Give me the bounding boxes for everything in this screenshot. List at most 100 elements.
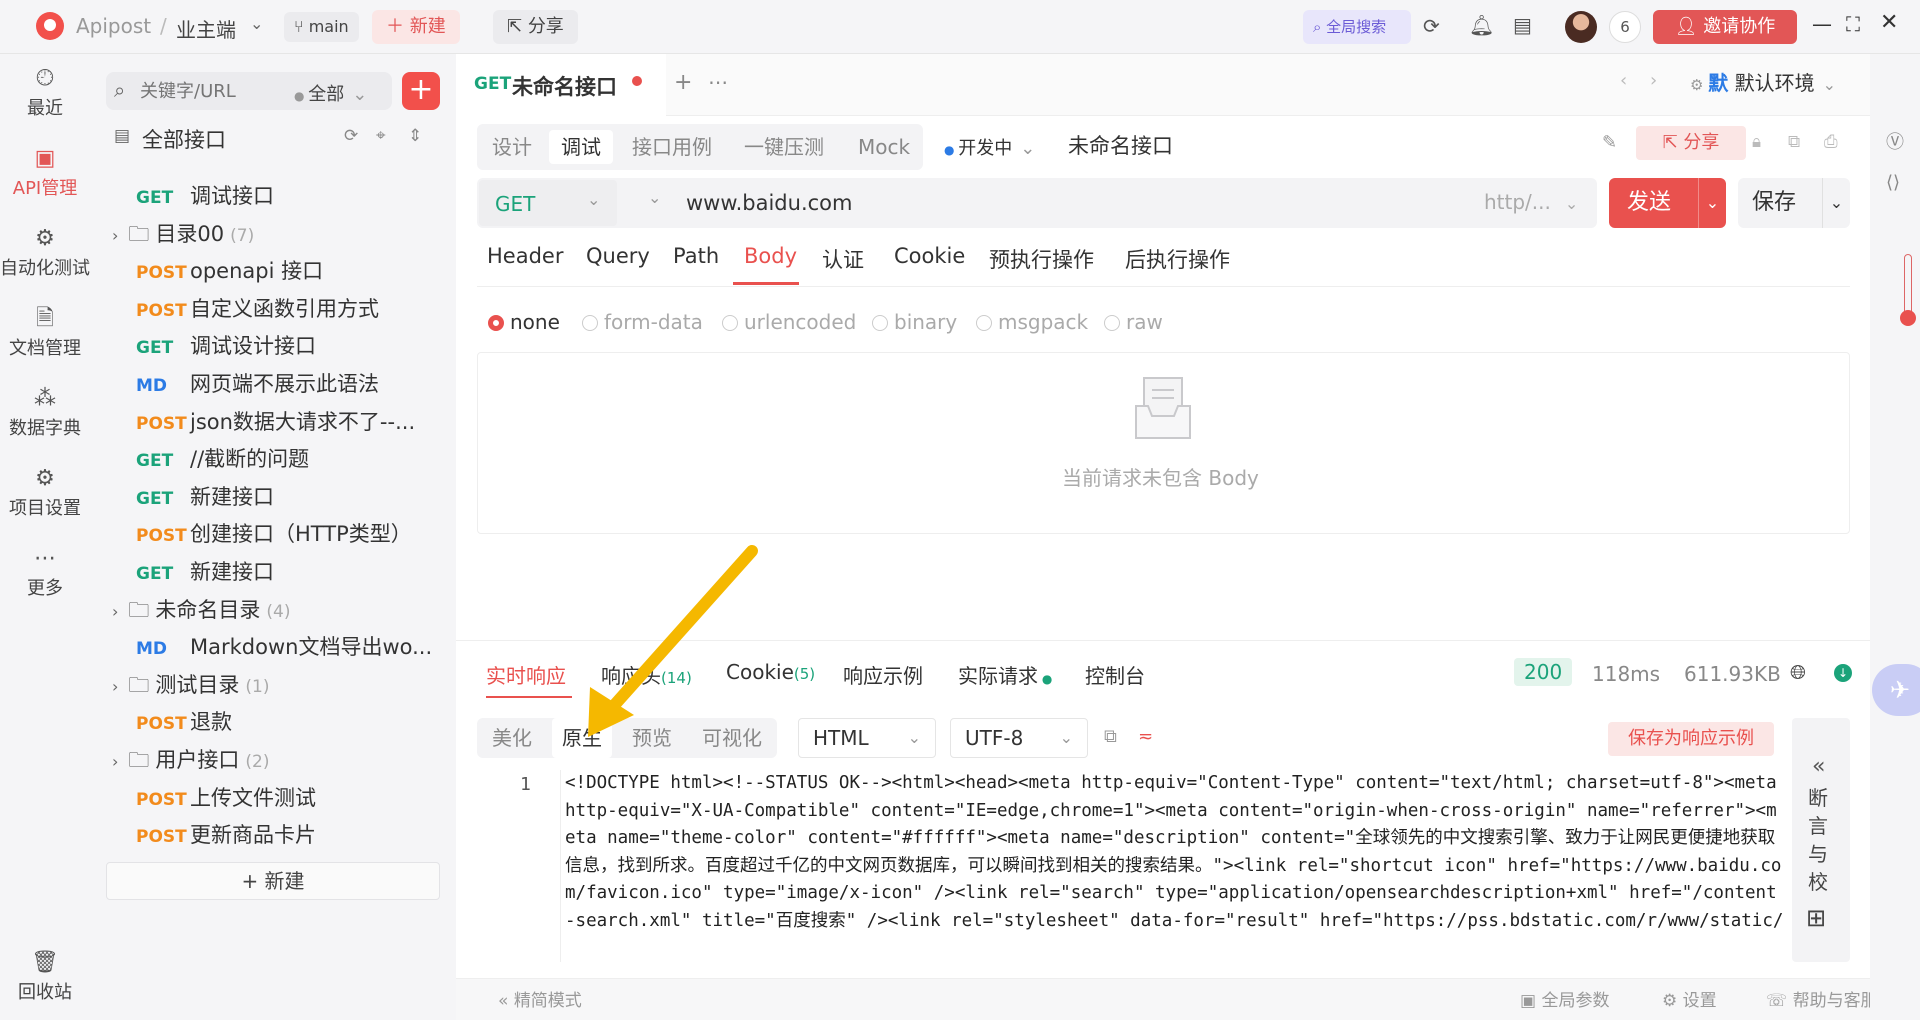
tree-api-item[interactable]: GET 新建接口	[136, 479, 274, 515]
tree-folder[interactable]: › 🗀︎ 测试目录 (1)	[112, 667, 270, 703]
tree-api-item[interactable]: POST 上传文件测试	[136, 780, 316, 816]
compact-mode-button[interactable]: « 精简模式	[498, 986, 582, 1011]
subtab-design[interactable]: 设计	[480, 130, 544, 164]
req-tab-header[interactable]: Header	[487, 244, 563, 268]
save-example-button[interactable]: 保存为响应示例	[1608, 722, 1774, 756]
layout-icon[interactable]: ⊞	[1806, 906, 1826, 930]
double-chevron-left-icon[interactable]: «	[1812, 756, 1825, 778]
tree-api-item[interactable]: GET 新建接口	[136, 554, 274, 590]
tree-folder[interactable]: › 🗀︎ 用户接口 (2)	[112, 742, 270, 778]
tree-api-item[interactable]: POST 更新商品卡片	[136, 817, 316, 853]
chevron-left-icon[interactable]: ‹	[1620, 72, 1627, 90]
body-type-raw[interactable]: raw	[1104, 310, 1163, 334]
refresh-icon[interactable]: ⟳	[344, 128, 358, 145]
tree-new-button[interactable]: + 新建	[106, 862, 440, 900]
add-tab-icon[interactable]: +	[674, 72, 692, 94]
rail-more[interactable]: ⋯ 更多	[0, 548, 90, 600]
bell-icon[interactable]: 🔔︎	[1469, 15, 1494, 35]
tree-filter-select[interactable]: ● 全部 ⌄	[294, 80, 367, 106]
global-params-button[interactable]: ▣ 全局参数	[1520, 986, 1609, 1011]
assistant-float-button[interactable]: ✈	[1872, 664, 1920, 716]
tree-api-item[interactable]: MD 网页端不展示此语法	[136, 366, 379, 402]
copy-icon[interactable]: ⧉	[1788, 134, 1800, 151]
body-type-none[interactable]: none	[488, 310, 560, 334]
charset-select[interactable]: UTF-8 ⌄	[950, 718, 1088, 758]
chevron-down-icon[interactable]: ⌄	[250, 16, 263, 32]
copy-icon[interactable]: ⧉	[1104, 728, 1117, 746]
req-tab-body[interactable]: Body	[744, 244, 797, 268]
send-dropdown[interactable]: ⌄	[1698, 178, 1726, 228]
subtab-load-test[interactable]: 一键压测	[732, 130, 836, 164]
chevron-right-icon[interactable]: ›	[1650, 72, 1657, 90]
req-tab-query[interactable]: Query	[586, 244, 650, 268]
body-type-binary[interactable]: binary	[872, 310, 957, 334]
rail-project-settings[interactable]: ⚙︎ 项目设置	[0, 468, 90, 520]
globe-icon[interactable]: 🌐︎	[1790, 662, 1806, 682]
collapse-icon[interactable]: ⇕	[408, 128, 422, 145]
api-name-field[interactable]: 未命名接口	[1068, 130, 1173, 160]
scroll-knob[interactable]	[1900, 310, 1916, 326]
member-count-badge[interactable]: 6	[1609, 11, 1641, 43]
format-pretty[interactable]: 美化	[482, 718, 542, 758]
rail-api-management[interactable]: ▣ API管理	[0, 148, 90, 200]
help-button[interactable]: ☏ 帮助与客服	[1766, 986, 1878, 1011]
code-icon[interactable]: ⟨⟩	[1886, 174, 1900, 192]
sync-icon[interactable]: ⟳	[1423, 16, 1440, 36]
maximize-icon[interactable]: ⛶	[1846, 14, 1860, 34]
share-button[interactable]: ⇱ 分享	[1636, 126, 1746, 160]
protocol-select[interactable]: http/... ⌄	[1484, 190, 1578, 214]
minimize-icon[interactable]: —	[1812, 14, 1832, 34]
close-icon[interactable]: ✕	[1880, 12, 1898, 34]
req-tab-path[interactable]: Path	[673, 244, 719, 268]
rail-docs[interactable]: 🗎︎ 文档管理	[0, 308, 90, 360]
tree-folder[interactable]: › 🗀︎ 目录00 (7)	[112, 216, 254, 252]
wrap-icon[interactable]: ≂	[1138, 728, 1153, 746]
tree-api-item[interactable]: POST 退款	[136, 704, 232, 740]
download-icon[interactable]: ↓	[1834, 664, 1852, 682]
subtab-debug[interactable]: 调试	[549, 130, 613, 164]
tree-api-item[interactable]: MD Markdown文档导出wo...	[136, 629, 432, 665]
invite-button[interactable]: 👤︎ 邀请协作	[1653, 10, 1797, 44]
edit-icon[interactable]: ✎	[1602, 134, 1617, 152]
response-code[interactable]: <!DOCTYPE html><!--STATUS OK--><html><he…	[560, 770, 1785, 962]
save-dropdown[interactable]: ⌄	[1822, 178, 1850, 228]
tree-api-item[interactable]: GET 调试设计接口	[136, 328, 316, 364]
status-select[interactable]: ● 开发中 ⌄	[944, 134, 1035, 160]
tree-api-item[interactable]: GET //截断的问题	[136, 441, 309, 477]
notes-icon[interactable]: ▤	[1513, 15, 1532, 35]
tab-more-icon[interactable]: ⋯	[708, 72, 728, 92]
new-button[interactable]: ＋ 新建	[372, 10, 460, 44]
rail-automation[interactable]: ⚙︎ 自动化测试	[0, 228, 90, 280]
req-tab-cookie[interactable]: Cookie	[894, 244, 965, 268]
resp-tab-actual-request[interactable]: 实际请求 ●	[958, 660, 1052, 689]
lang-select[interactable]: HTML ⌄	[798, 718, 936, 758]
locate-icon[interactable]: ⌖	[376, 128, 386, 145]
resp-tab-live[interactable]: 实时响应	[486, 660, 566, 689]
tree-api-item[interactable]: POST 创建接口（HTTP类型）	[136, 516, 412, 552]
project-name[interactable]: 业主端	[176, 14, 236, 43]
tree-api-item[interactable]: POST openapi 接口	[136, 253, 323, 289]
avatar[interactable]	[1565, 11, 1597, 43]
req-tab-auth[interactable]: 认证	[822, 244, 864, 274]
tree-root[interactable]: 全部接口	[142, 124, 226, 154]
resp-tab-console[interactable]: 控制台	[1085, 660, 1145, 689]
method-select[interactable]: GET ⌄	[479, 180, 617, 226]
subtab-cases[interactable]: 接口用例	[620, 130, 724, 164]
global-search-button[interactable]: ⌕ 全局搜索	[1303, 10, 1411, 44]
share-top-button[interactable]: ⇱ 分享	[493, 10, 578, 44]
env-selector[interactable]: ⚙︎ 默 默认环境 ⌄	[1690, 64, 1860, 102]
url-input[interactable]	[686, 186, 1446, 220]
rail-recent[interactable]: 🕘︎ 最近	[0, 68, 90, 120]
branch-selector[interactable]: ⑂ main	[284, 12, 359, 42]
body-type-urlencoded[interactable]: urlencoded	[722, 310, 856, 334]
subtab-mock[interactable]: Mock	[846, 130, 922, 164]
lock-icon[interactable]: 🔒︎	[1752, 134, 1761, 151]
body-type-msgpack[interactable]: msgpack	[976, 310, 1088, 334]
req-tab-pre-script[interactable]: 预执行操作	[989, 244, 1094, 274]
print-icon[interactable]: ⎙	[1824, 134, 1838, 151]
tree-api-item[interactable]: POST 自定义函数引用方式	[136, 291, 379, 327]
tab-active[interactable]: GET 未命名接口	[456, 54, 666, 116]
tree-search-input[interactable]	[140, 76, 280, 106]
tree-api-item[interactable]: GET 调试接口	[136, 178, 274, 214]
body-type-form-data[interactable]: form-data	[582, 310, 703, 334]
